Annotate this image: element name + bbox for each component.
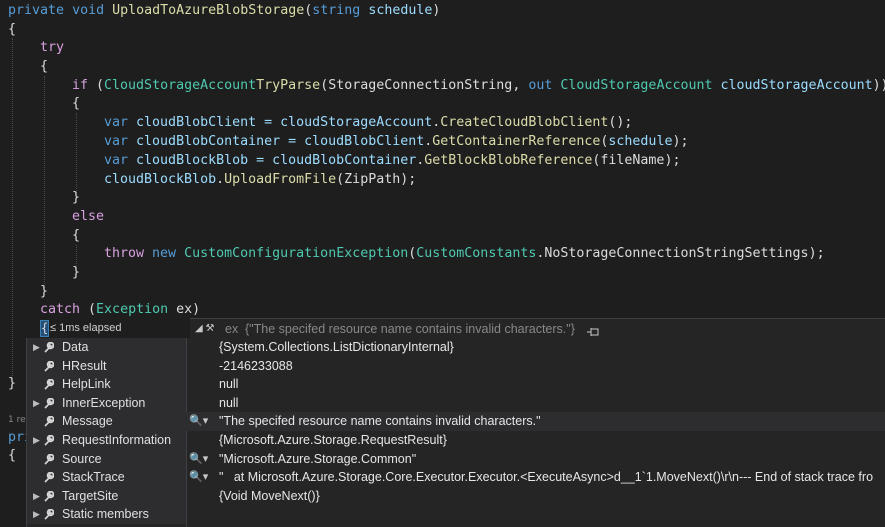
datatip-property-name: StackTrace (62, 470, 125, 485)
static-members-icon (43, 509, 54, 520)
datatip-property-value[interactable]: " at Microsoft.Azure.Storage.Core.Execut… (219, 468, 873, 487)
pin-icon[interactable] (587, 323, 599, 336)
perf-tip[interactable]: ≤ 1ms elapsed (50, 321, 190, 336)
property-wrench-icon (43, 435, 54, 446)
code-line-15: } (72, 265, 81, 280)
datatip-row[interactable]: HResult -2146233088 (27, 356, 885, 376)
code-line-11: } (72, 190, 81, 205)
expand-arrow-icon[interactable]: ▶ (33, 487, 41, 506)
property-wrench-icon (43, 472, 54, 483)
datatip-row[interactable]: HelpLink null (27, 375, 885, 394)
datatip-property-name: RequestInformation (62, 433, 172, 447)
indent-guide (76, 113, 77, 193)
code-line-closing-brace: } (8, 376, 17, 391)
property-wrench-icon (43, 379, 54, 390)
datatip-property-name: InnerException (62, 395, 146, 410)
datatip-row[interactable]: ▶ RequestInformation {Microsoft.Azure.Stor… (27, 431, 885, 450)
code-line-4: { (40, 59, 49, 74)
code-line-9: var cloudBlockBlob = cloudBlobContainer.… (104, 153, 681, 168)
code-line-6: { (72, 96, 81, 111)
property-wrench-icon (43, 490, 54, 502)
code-line-8: var cloudBlobContainer = cloudBlobClient… (104, 134, 689, 149)
datatip-property-name: Source (62, 451, 102, 466)
datatip-property-value[interactable]: {System.Collections.ListDictionaryIntern… (219, 338, 454, 357)
property-wrench-icon (43, 416, 54, 427)
code-line-10: cloudBlockBlob.UploadFromFile(ZipPath); (104, 172, 417, 187)
datatip-row[interactable]: Message 🔍▾ "The specifed resource name con… (27, 412, 885, 431)
datatip-property-value[interactable]: null (219, 375, 238, 394)
text-visualizer-icon[interactable]: 🔍▾ (189, 412, 213, 431)
datatip-property-value[interactable]: {Microsoft.Azure.Storage.RequestResult} (219, 431, 447, 450)
code-line-2: { (8, 22, 17, 37)
code-line-12: else (72, 209, 105, 224)
code-line-16: } (40, 284, 49, 299)
code-line-3: try (40, 40, 65, 55)
datatip-property-name: Message (62, 414, 113, 429)
datatip-property-value[interactable]: "Microsoft.Azure.Storage.Common" (219, 450, 416, 469)
datatip-property-value[interactable]: -2146233088 (219, 357, 293, 376)
indent-guide (12, 38, 13, 380)
property-wrench-icon (43, 453, 54, 465)
datatip-property-name: HResult (62, 358, 107, 373)
datatip-variable-value: {"The specifed resource name contains in… (245, 322, 575, 336)
datatip-property-value[interactable]: {Void MoveNext()} (219, 487, 320, 506)
expand-arrow-icon[interactable]: ▶ (33, 505, 41, 524)
datatip-row[interactable]: StackTrace 🔍▾ " at Microsoft.Azure.Storage… (27, 468, 885, 487)
datatip-header[interactable]: ◢ ⚒ ex {"The specifed resource name cont… (190, 318, 885, 339)
current-statement-brace: { (40, 320, 49, 337)
datatip-row[interactable]: ▶ Static members (27, 505, 885, 524)
datatip-property-value[interactable]: "The specifed resource name contains inv… (219, 412, 541, 431)
code-line-1: private void UploadToAzureBlobStorage(st… (8, 3, 441, 18)
datatip-property-name: TargetSite (62, 488, 119, 503)
datatip-property-name: HelpLink (62, 377, 111, 392)
datatip-property-name: Static members (62, 507, 149, 522)
expand-arrow-icon[interactable]: ▶ (33, 394, 41, 413)
text-visualizer-icon[interactable]: 🔍▾ (189, 468, 213, 487)
codelens-references[interactable]: 1 re (8, 415, 26, 425)
indent-guide (44, 76, 45, 288)
property-wrench-icon (43, 342, 54, 353)
code-line-5: if (CloudStorageAccountTryParse(StorageC… (72, 78, 885, 93)
text-visualizer-icon[interactable]: 🔍▾ (189, 450, 213, 469)
datatip-variable-name: ex (225, 322, 239, 336)
expand-arrow-icon[interactable]: ▶ (33, 338, 41, 357)
property-wrench-icon (43, 397, 54, 409)
datatip-row[interactable]: ▶ InnerException null (27, 393, 885, 413)
datatip-panel[interactable]: ▶ Data {System.Collections.ListDictionaryI… (26, 338, 885, 527)
expand-collapse-icon[interactable]: ◢ ⚒ (195, 319, 214, 339)
property-wrench-icon (43, 360, 54, 372)
code-line-7: var cloudBlobClient = cloudStorageAccoun… (104, 115, 633, 130)
datatip-row[interactable]: ▶ Data {System.Collections.ListDictionaryI… (27, 338, 885, 357)
code-line-13: { (72, 228, 81, 243)
datatip-property-name: Data (62, 340, 89, 354)
datatip-property-value[interactable]: null (219, 394, 238, 413)
datatip-row[interactable]: Source 🔍▾ "Microsoft.Azure.Storage.Common" (27, 449, 885, 469)
expand-arrow-icon[interactable]: ▶ (33, 431, 41, 450)
datatip-row[interactable]: ▶ TargetSite {Void MoveNext()} (27, 486, 885, 506)
code-line-17: catch (Exception ex) (40, 302, 201, 317)
code-line-14: throw new CustomConfigurationException(C… (104, 246, 825, 261)
code-line-fragment-brace: { (8, 448, 17, 463)
